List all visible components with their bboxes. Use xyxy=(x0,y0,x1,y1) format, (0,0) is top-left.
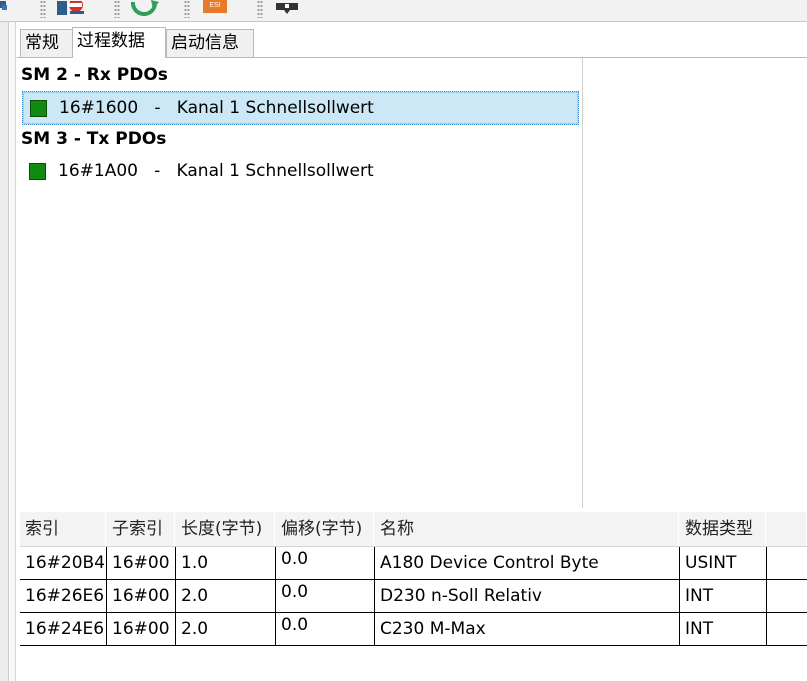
toolbar-grip[interactable] xyxy=(40,0,46,18)
pdo-item-label: 16#1600 - Kanal 1 Schnellsollwert xyxy=(59,92,374,124)
tab-startup-info-label: 启动信息 xyxy=(171,33,239,53)
pdo-index: 16#1A00 xyxy=(58,161,138,181)
cell-offset: 0.0 xyxy=(276,580,375,612)
cell-index: 16#24E6 xyxy=(20,613,107,645)
cell-datatype: USINT xyxy=(680,547,767,579)
column-header-name[interactable]: 名称 xyxy=(375,512,679,546)
tab-general[interactable]: 常规 xyxy=(20,29,73,57)
toolbar-grip[interactable] xyxy=(257,0,263,18)
table-row[interactable]: 16#20B4 16#00 1.0 0.0 A180 Device Contro… xyxy=(20,547,807,580)
cell-length: 2.0 xyxy=(176,613,276,645)
tab-startup-info[interactable]: 启动信息 xyxy=(166,29,254,57)
cell-subindex: 16#00 xyxy=(107,547,176,579)
cell-subindex: 16#00 xyxy=(107,613,176,645)
pdo-active-icon xyxy=(30,100,47,117)
toolbar-grip[interactable] xyxy=(184,0,190,18)
tab-general-label: 常规 xyxy=(25,33,59,53)
cell-length: 2.0 xyxy=(176,580,276,612)
pdo-separator: - xyxy=(154,98,161,118)
table-row[interactable]: 16#26E6 16#00 2.0 0.0 D230 n-Soll Relati… xyxy=(20,580,807,613)
column-header-filler xyxy=(767,512,807,546)
cell-index: 16#26E6 xyxy=(20,580,107,612)
sm2-rx-header: SM 2 - Rx PDOs xyxy=(21,65,168,85)
cell-name: C230 M-Max xyxy=(375,613,680,645)
sm3-tx-header: SM 3 - Tx PDOs xyxy=(21,129,167,149)
left-panel-splitter[interactable] xyxy=(10,22,16,681)
column-header-datatype[interactable]: 数据类型 xyxy=(680,512,766,546)
esi-icon-label: ESI xyxy=(209,2,221,9)
settings-icon[interactable] xyxy=(54,0,90,15)
tab-process-data-label: 过程数据 xyxy=(77,31,145,51)
column-header-length[interactable]: 长度(字节) xyxy=(176,512,275,546)
pdo-item-tx-1a00[interactable]: 16#1A00 - Kanal 1 Schnellsollwert xyxy=(22,155,579,189)
pdo-item-rx-1600[interactable]: 16#1600 - Kanal 1 Schnellsollwert xyxy=(22,91,579,125)
pdo-tree: SM 2 - Rx PDOs 16#1600 - Kanal 1 Schnell… xyxy=(17,58,583,508)
toolbar: ESI xyxy=(0,0,807,22)
esi-icon[interactable]: ESI xyxy=(203,0,227,13)
tab-process-data[interactable]: 过程数据 xyxy=(72,27,166,58)
cell-index: 16#20B4 xyxy=(20,547,107,579)
cell-datatype: INT xyxy=(680,613,767,645)
cell-datatype: INT xyxy=(680,580,767,612)
column-header-subindex[interactable]: 子索引 xyxy=(107,512,175,546)
comment-icon[interactable] xyxy=(276,0,298,14)
column-header-offset[interactable]: 偏移(字节) xyxy=(276,512,374,546)
pdo-separator: - xyxy=(154,161,161,181)
left-panel-border xyxy=(0,22,9,681)
cell-name: A180 Device Control Byte xyxy=(375,547,680,579)
cell-subindex: 16#00 xyxy=(107,580,176,612)
cell-length: 1.0 xyxy=(176,547,276,579)
pdo-active-icon xyxy=(29,163,46,180)
table-row[interactable]: 16#24E6 16#00 2.0 0.0 C230 M-Max INT xyxy=(20,613,807,646)
table-header-row: 索引 子索引 长度(字节) 偏移(字节) 名称 数据类型 xyxy=(20,512,807,547)
cell-offset: 0.0 xyxy=(276,547,375,579)
refresh-icon[interactable] xyxy=(129,0,161,17)
pdo-name: Kanal 1 Schnellsollwert xyxy=(176,98,374,118)
cell-name: D230 n-Soll Relativ xyxy=(375,580,680,612)
pdo-item-label: 16#1A00 - Kanal 1 Schnellsollwert xyxy=(58,155,374,187)
pdo-index: 16#1600 xyxy=(59,98,139,118)
pdo-name: Kanal 1 Schnellsollwert xyxy=(176,161,374,181)
cell-offset: 0.0 xyxy=(276,613,375,645)
device-config-icon[interactable] xyxy=(0,0,14,14)
toolbar-grip[interactable] xyxy=(114,0,120,18)
column-header-index[interactable]: 索引 xyxy=(20,512,106,546)
